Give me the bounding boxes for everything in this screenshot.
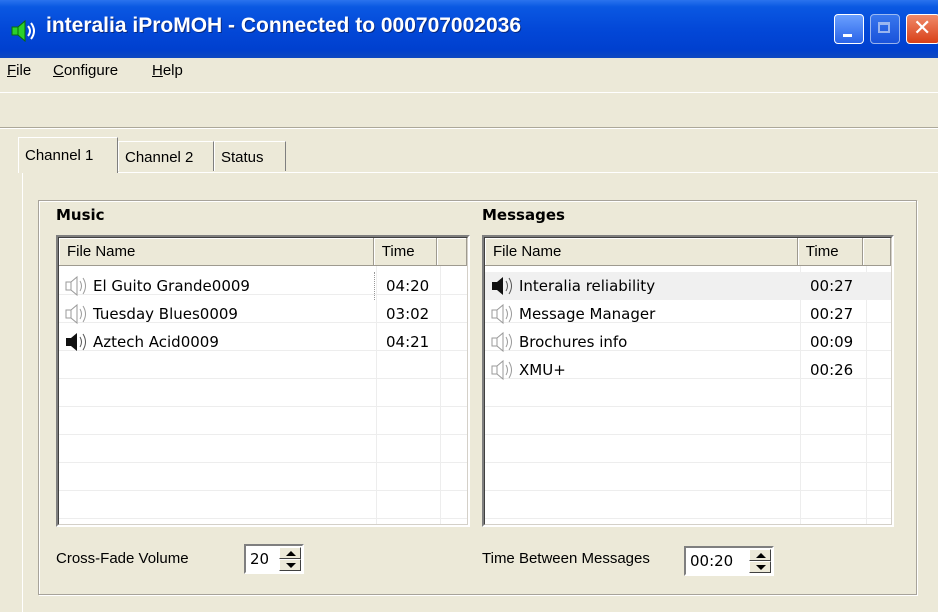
menu-help[interactable]: Help [152,62,183,79]
messages-col-file-name[interactable]: File Name [485,238,798,266]
close-icon: ✕ [913,16,932,41]
messages-col-blank [863,238,891,266]
message-row-name: Brochures info [519,333,628,351]
toolbar-divider [0,128,938,129]
message-row-name: Message Manager [519,305,656,323]
message-row-time: 00:27 [810,305,854,323]
grid-line [485,518,891,519]
tab-channel-1[interactable]: Channel 1 [18,137,118,173]
grid-line [485,434,891,435]
music-row-time: 03:02 [386,305,430,323]
message-row[interactable]: XMU+ 00:26 [485,356,891,384]
grid-line [59,490,467,491]
crossfade-label: Cross-Fade Volume [56,550,189,567]
messages-list[interactable]: File Name Time Interalia reliability 00:… [482,235,894,527]
tab-channel-2[interactable]: Channel 2 [118,141,214,171]
window-title: interalia iProMOH - Connected to 0007070… [46,14,522,37]
music-row-name: Aztech Acid0009 [93,333,219,351]
toolbar-divider-shadow [0,127,938,128]
crossfade-up-button[interactable] [279,547,301,559]
crossfade-volume-spinner[interactable]: 20 [244,544,304,574]
message-row[interactable]: Message Manager 00:27 [485,300,891,328]
crossfade-down-button[interactable] [279,559,301,571]
message-interval-spinner[interactable]: 00:20 [684,546,774,576]
menu-bar: File Configure Help [0,58,938,86]
message-row[interactable]: Interalia reliability 00:27 [485,272,891,300]
grid-line [485,490,891,491]
message-interval-value[interactable]: 00:20 [690,552,733,570]
tab-status[interactable]: Status [214,141,286,171]
grid-line [59,378,467,379]
music-row-name: El Guito Grande0009 [59,272,375,300]
interval-up-button[interactable] [749,549,771,561]
message-row-name: Interalia reliability [519,277,656,295]
menu-file[interactable]: File [7,62,31,79]
maximize-button[interactable] [870,14,900,44]
music-col-file-name[interactable]: File Name [59,238,374,266]
music-row[interactable]: Tuesday Blues0009 03:02 [59,300,467,328]
message-row[interactable]: Brochures info 00:09 [485,328,891,356]
minimize-button[interactable] [834,14,864,44]
music-list-header: File Name Time [59,238,467,266]
grid-line [59,462,467,463]
message-row-time: 00:27 [810,277,854,295]
grid-line [59,434,467,435]
interval-down-button[interactable] [749,561,771,573]
message-row-time: 00:26 [810,361,854,379]
crossfade-volume-value[interactable]: 20 [250,550,269,568]
message-row-time: 00:09 [810,333,854,351]
messages-col-time[interactable]: Time [797,238,864,266]
music-row-time: 04:20 [386,277,430,295]
messages-heading: Messages [482,206,565,224]
music-list[interactable]: File Name Time El Guito Grande0009 04:20… [56,235,470,527]
close-button[interactable]: ✕ [906,14,938,44]
messages-list-header: File Name Time [485,238,891,266]
music-row-time: 04:21 [386,333,430,351]
menu-divider [0,92,938,93]
music-row[interactable]: El Guito Grande0009 04:20 [59,272,467,300]
message-row-name: XMU+ [519,361,566,379]
music-heading: Music [56,206,105,224]
message-interval-label: Time Between Messages [482,550,650,567]
music-row-name: Tuesday Blues0009 [93,305,238,323]
grid-line [485,462,891,463]
music-row[interactable]: Aztech Acid0009 04:21 [59,328,467,356]
title-bar[interactable]: interalia iProMOH - Connected to 0007070… [0,0,938,58]
menu-configure[interactable]: Configure [53,62,118,79]
music-col-time[interactable]: Time [373,238,438,266]
speaker-icon [11,19,35,43]
music-col-blank [437,238,467,266]
grid-line [485,406,891,407]
grid-line [59,406,467,407]
grid-line [59,518,467,519]
